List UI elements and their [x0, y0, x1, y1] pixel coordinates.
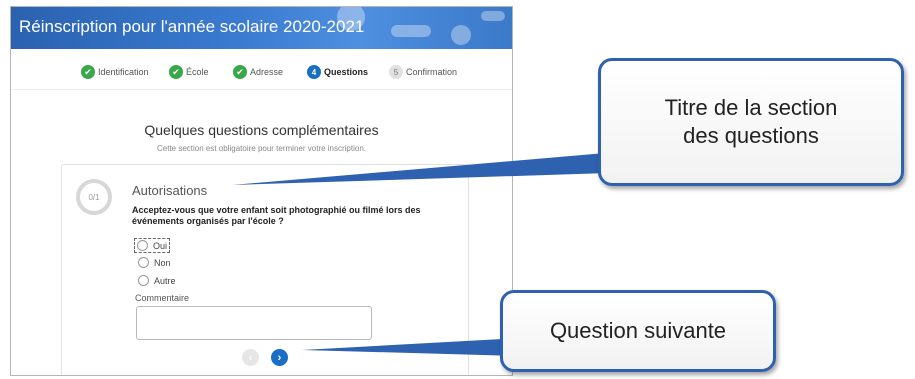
callout-section-title: Titre de la section des questions — [598, 58, 904, 186]
callout-text: Question suivante — [549, 318, 727, 343]
callout-pointers — [232, 150, 640, 356]
pointer-section-title — [232, 150, 640, 185]
pointer-next-question — [302, 338, 520, 356]
callout-next-question: Question suivante — [500, 290, 776, 372]
callout-text-line1: Titre de la section — [664, 95, 838, 120]
callout-text-line2: des questions — [683, 123, 819, 148]
